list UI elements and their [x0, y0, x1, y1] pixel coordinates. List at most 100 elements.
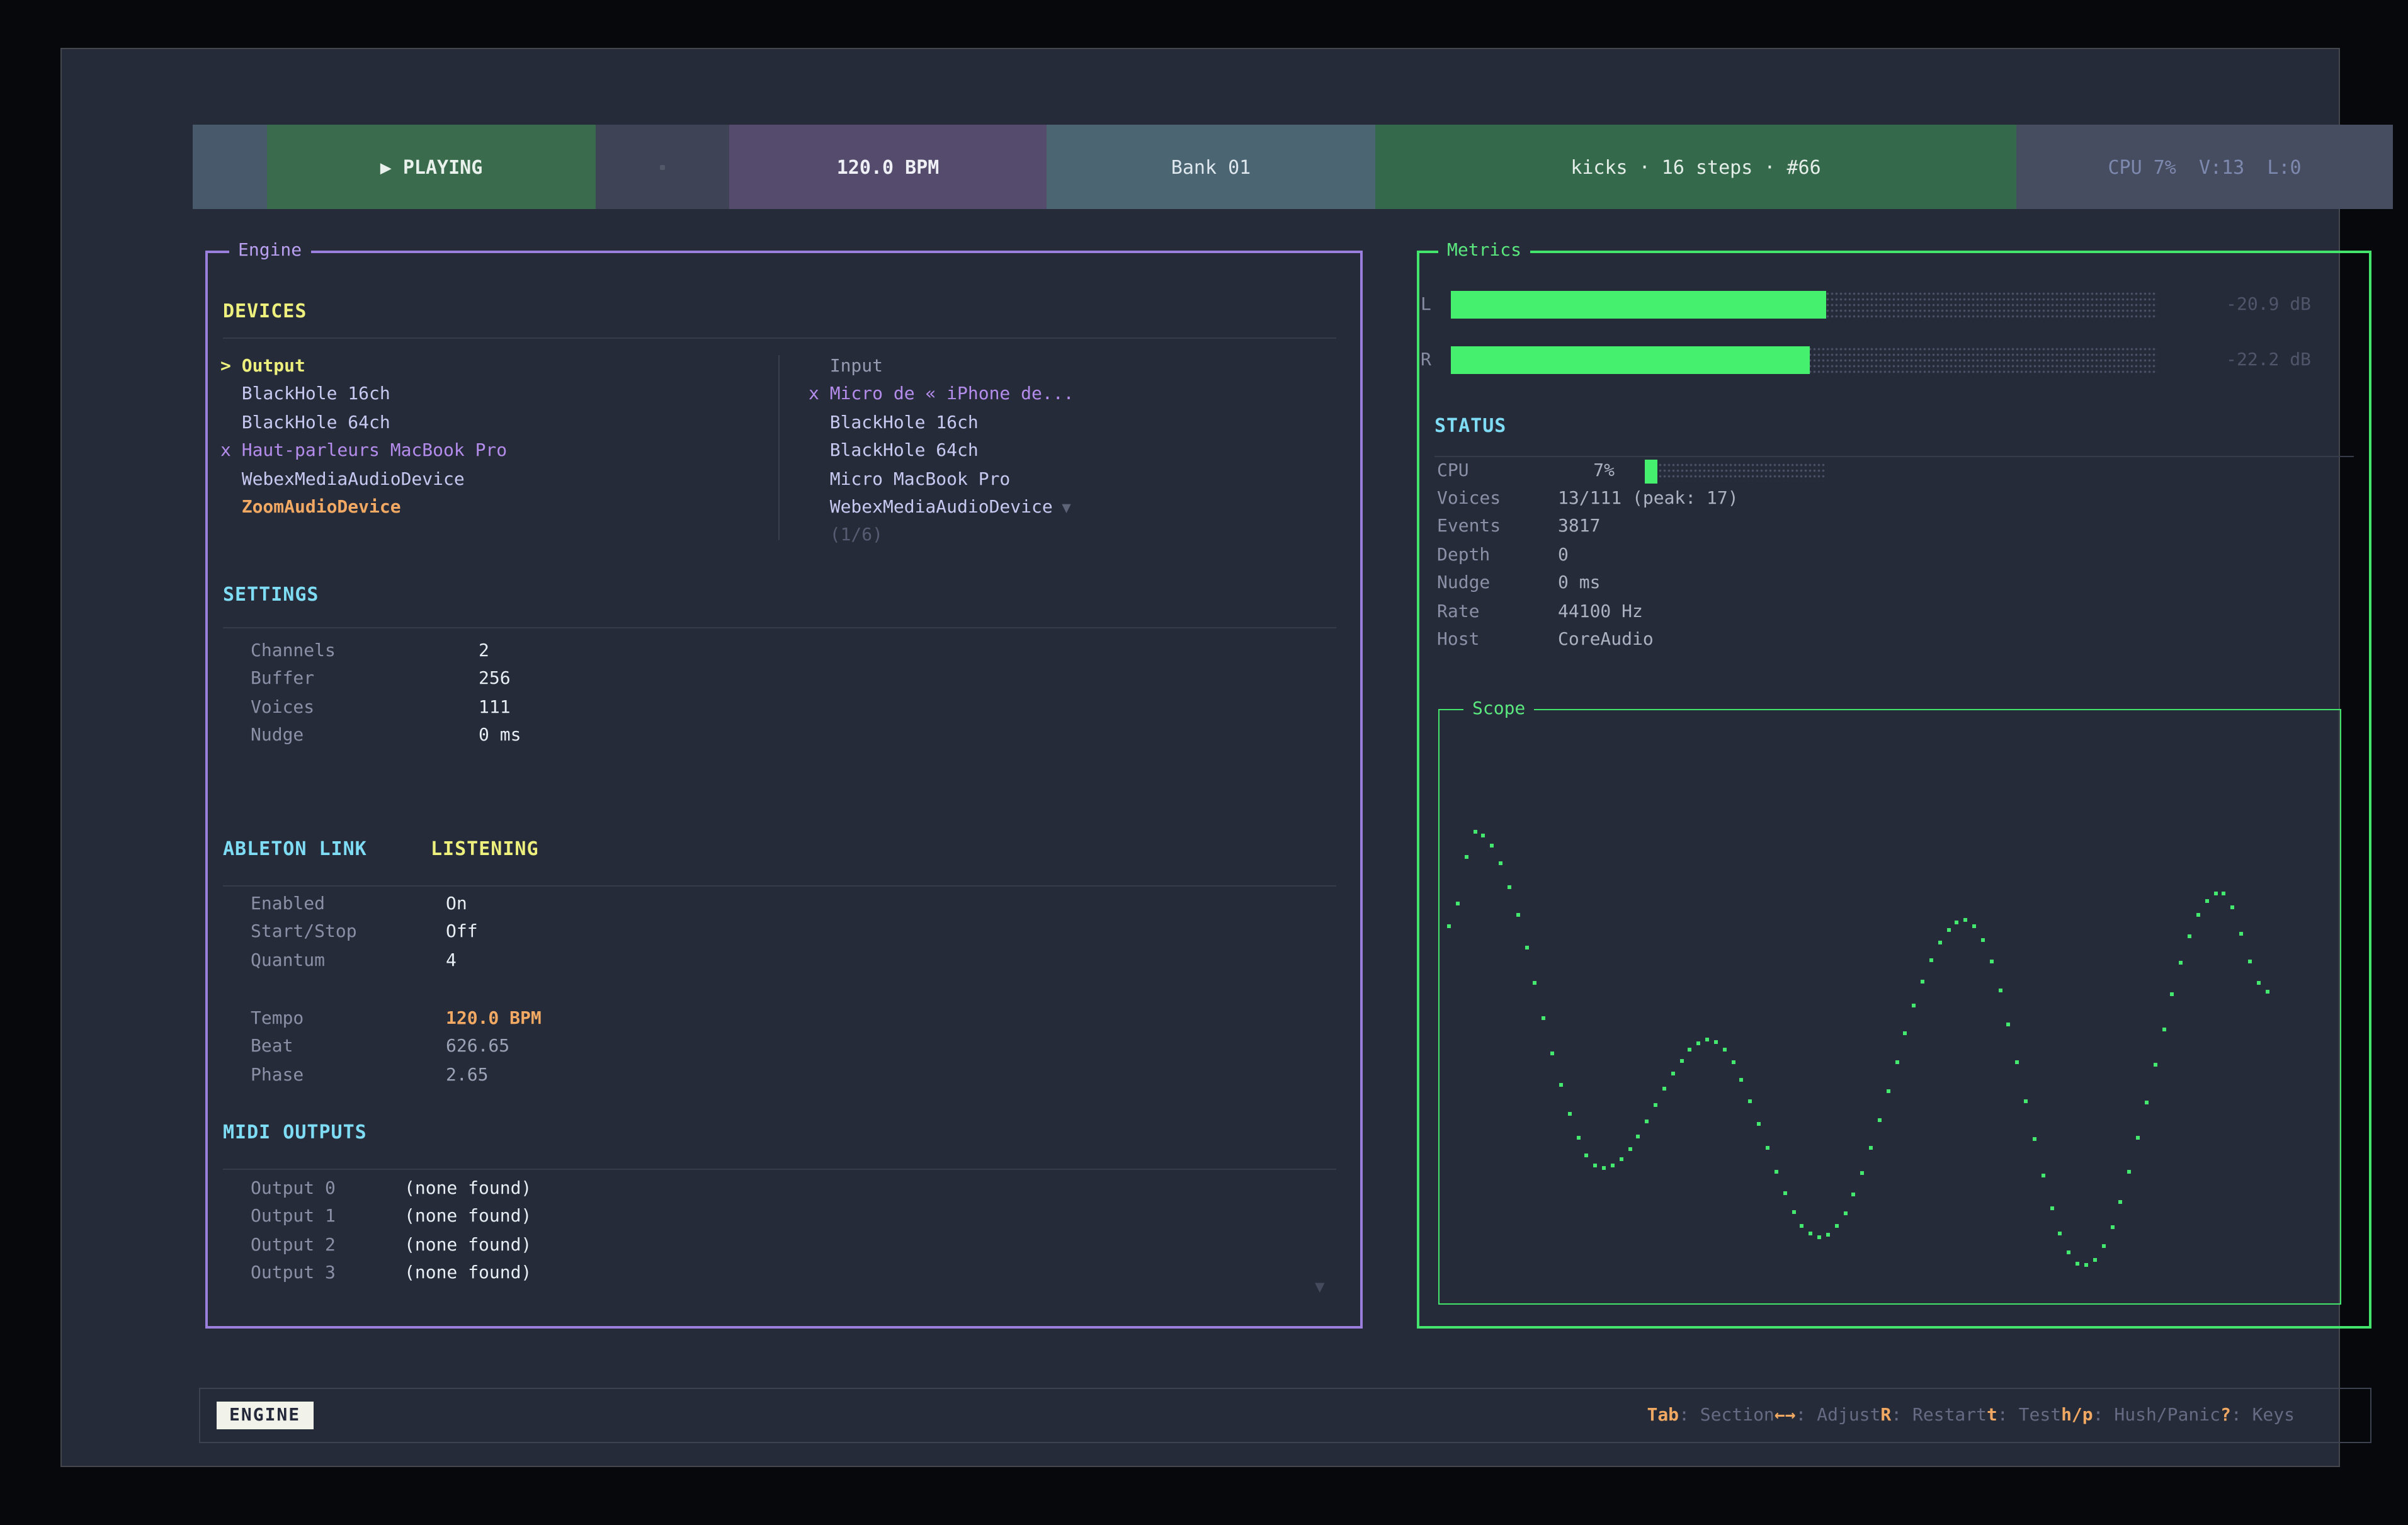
scope-waveform-dot — [1843, 1211, 1847, 1215]
scope-waveform-dot — [1929, 958, 1933, 961]
status-list: Voices13/111 (peak: 17) Events3817 Depth… — [1437, 485, 1739, 654]
scope-waveform-dot — [1645, 1120, 1649, 1123]
device-row[interactable]: BlackHole 16ch — [809, 409, 1074, 438]
settings-header: SETTINGS — [223, 583, 319, 606]
scope-waveform-dot — [2033, 1138, 2036, 1142]
app-stage: ▶ PLAYING 120.0 BPM Bank 01 kicks · 16 s… — [0, 0, 2408, 1525]
scope-waveform-dot — [1946, 928, 1950, 932]
scope-waveform-dot — [1559, 1084, 1563, 1087]
device-row[interactable]: BlackHole 16ch — [220, 381, 507, 409]
scope-waveform-dot — [1447, 924, 1451, 928]
scope-waveform-dot — [2084, 1263, 2088, 1267]
device-row[interactable]: (1/6) — [809, 522, 1074, 550]
cpu-label: CPU — [1437, 461, 1558, 481]
scope-waveform-dot — [1542, 1016, 1545, 1020]
scope-waveform-dot — [1688, 1048, 1692, 1052]
midi-output-row: Output 3(none found) — [251, 1259, 531, 1288]
scope-waveform-dot — [2024, 1099, 2028, 1103]
scope-waveform-dot — [2042, 1174, 2045, 1177]
scope-waveform-dot — [2188, 935, 2191, 939]
scope-waveform-dot — [1516, 914, 1519, 917]
scope-waveform-dot — [1998, 989, 2002, 992]
status-row: Nudge0 ms — [1437, 569, 1739, 598]
column-divider — [778, 355, 780, 540]
meter-fill — [1451, 346, 1810, 374]
setting-row[interactable]: Channels2 — [251, 637, 521, 666]
scope-waveform-dot — [1852, 1193, 1856, 1197]
scope-waveform-dot — [2093, 1257, 2097, 1261]
scope-waveform-dot — [1576, 1135, 1580, 1139]
scope-waveform-dot — [1912, 1004, 1916, 1008]
device-row[interactable]: ZoomAudioDevice — [220, 494, 507, 522]
device-row[interactable]: x Haut-parleurs MacBook Pro — [220, 437, 507, 465]
transport-status: ▶ PLAYING — [267, 125, 596, 209]
dropdown-arrow-icon[interactable]: ▼ — [1053, 499, 1071, 516]
metrics-panel-title: Metrics — [1438, 241, 1530, 261]
scope-waveform-dot — [1921, 979, 1924, 983]
scope-waveform-dot — [2016, 1060, 2019, 1063]
scope-waveform-dot — [2145, 1101, 2149, 1104]
scope-waveform-dot — [2239, 931, 2243, 935]
meter-track — [1451, 291, 2157, 319]
setting-row[interactable]: Voices111 — [251, 694, 521, 722]
scope-waveform-dot — [1740, 1078, 1744, 1082]
setting-row[interactable]: Start/StopOff — [251, 919, 478, 947]
scope-plot — [1447, 722, 2329, 1292]
tempo-row[interactable]: Beat626.65 — [251, 1033, 542, 1062]
meter-row: L -20.9 dB — [1421, 291, 2311, 319]
midi-output-row: Output 0(none found) — [251, 1175, 531, 1203]
input-device-list: Input x Micro de « iPhone de... BlackHol… — [809, 353, 1074, 550]
scope-waveform-dot — [1895, 1060, 1899, 1064]
scope-waveform-dot — [2110, 1225, 2114, 1229]
scope-waveform-dot — [2153, 1063, 2157, 1067]
device-row[interactable]: BlackHole 64ch — [220, 409, 507, 438]
meter-row: R -22.2 dB — [1421, 346, 2311, 374]
device-row[interactable]: Micro MacBook Pro — [809, 465, 1074, 494]
bottom-bar: ENGINE Tab: Section←→: AdjustR: Restartt… — [199, 1388, 2371, 1443]
device-row[interactable]: BlackHole 64ch — [809, 437, 1074, 465]
tempo-row[interactable]: Phase2.65 — [251, 1062, 542, 1090]
shortcut-hint: ?: Keys — [2220, 1405, 2295, 1426]
scope-waveform-dot — [2205, 899, 2208, 903]
scope-waveform-dot — [1585, 1153, 1589, 1157]
setting-row[interactable]: EnabledOn — [251, 890, 478, 919]
scroll-more-icon[interactable]: ▼ — [1315, 1278, 1325, 1297]
meter-channel-label: R — [1421, 350, 1451, 370]
divider — [223, 885, 1336, 887]
device-row[interactable]: Input — [809, 353, 1074, 381]
scope-waveform-dot — [2067, 1250, 2071, 1254]
scope-waveform-dot — [1749, 1099, 1752, 1103]
scope-waveform-dot — [1697, 1041, 1701, 1045]
device-row[interactable]: > Output — [220, 353, 507, 381]
scope-waveform-dot — [1878, 1119, 1882, 1123]
scope-waveform-dot — [1671, 1072, 1675, 1075]
bpm-display: 120.0 BPM — [729, 125, 1047, 209]
midi-outputs-header: MIDI OUTPUTS — [223, 1121, 367, 1143]
scope-waveform-dot — [2007, 1023, 2011, 1026]
device-row[interactable]: WebexMediaAudioDevice ▼ — [809, 494, 1074, 522]
shortcut-hints-placeholder: Tab: Section←→: AdjustR: Restartt: Testh… — [1647, 1405, 2295, 1426]
scope-waveform-dot — [1757, 1122, 1761, 1126]
scope-waveform-dot — [1593, 1164, 1597, 1167]
tempo-row[interactable]: Tempo120.0 BPM — [251, 1005, 542, 1033]
device-row[interactable]: x Micro de « iPhone de... — [809, 381, 1074, 409]
meter-channel-label: L — [1421, 295, 1451, 315]
pattern-info: kicks · 16 steps · #66 — [1375, 125, 2016, 209]
shortcut-hint: h/p: Hush/Panic — [2061, 1405, 2220, 1426]
ableton-link-status: LISTENING — [431, 837, 539, 860]
ableton-tempo-list: Tempo120.0 BPM Beat626.65 Phase2.65 — [251, 1005, 542, 1089]
scope-waveform-dot — [1679, 1058, 1683, 1062]
setting-row[interactable]: Buffer256 — [251, 666, 521, 694]
divider — [223, 337, 1336, 339]
scope-waveform-dot — [2179, 961, 2183, 965]
setting-row[interactable]: Nudge0 ms — [251, 722, 521, 750]
scope-waveform-dot — [2127, 1170, 2131, 1174]
scope-waveform-dot — [2248, 960, 2252, 963]
scope-waveform-dot — [1705, 1038, 1709, 1042]
cpu-value: 7% — [1558, 461, 1615, 481]
mode-badge: ENGINE — [217, 1402, 313, 1429]
setting-row[interactable]: Quantum4 — [251, 947, 478, 975]
shortcut-hint: t: Test — [1987, 1405, 2061, 1426]
shortcut-hint: Tab: Section — [1647, 1405, 1774, 1426]
device-row[interactable]: WebexMediaAudioDevice — [220, 465, 507, 494]
